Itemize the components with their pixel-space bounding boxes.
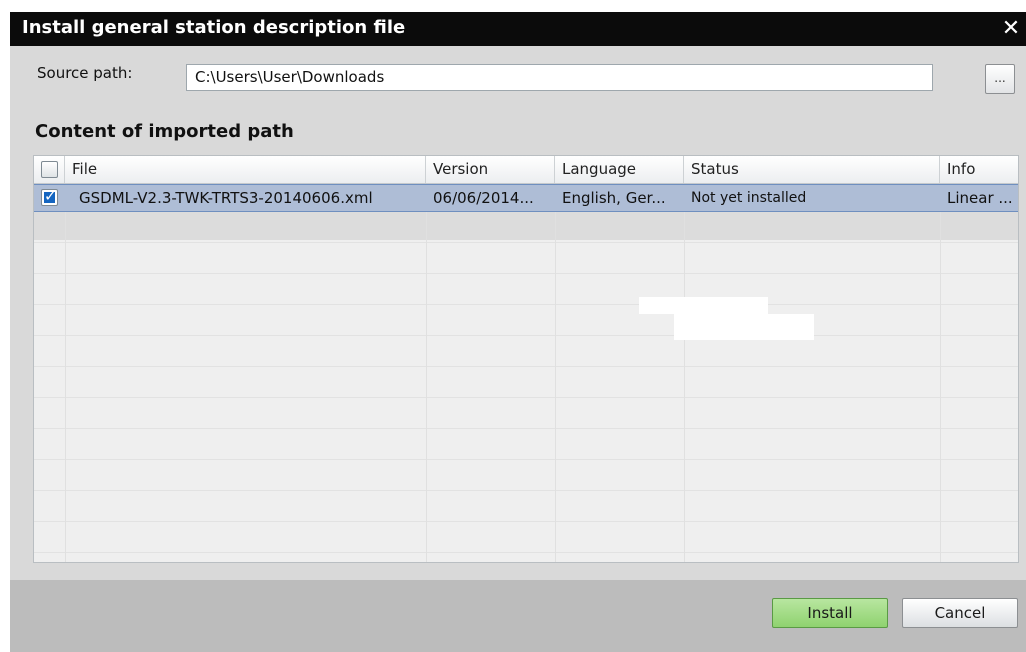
column-header-info[interactable]: Info (940, 156, 1018, 183)
button-bar: Install Cancel (10, 580, 1026, 652)
content-panel: Content of imported path File Version La… (10, 110, 1026, 580)
browse-button[interactable]: ... (985, 64, 1015, 94)
source-path-input[interactable]: C:\Users\User\Downloads (186, 64, 933, 91)
install-button[interactable]: Install (772, 598, 888, 628)
column-header-status[interactable]: Status (684, 156, 940, 183)
empty-rows-area (34, 212, 1018, 562)
source-path-label: Source path: (37, 64, 133, 82)
column-header-file[interactable]: File (65, 156, 426, 183)
grid-line (555, 184, 556, 562)
column-header-version[interactable]: Version (426, 156, 555, 183)
grid-header: File Version Language Status Info (34, 156, 1018, 184)
source-path-panel: Source path: C:\Users\User\Downloads ... (10, 46, 1026, 110)
header-select-all-cell (34, 156, 65, 183)
redaction-block (639, 297, 768, 314)
install-gsd-dialog: Install general station description file… (0, 0, 1026, 652)
grid-line (426, 184, 427, 562)
row-checkbox[interactable]: ✓ (41, 187, 58, 206)
version-cell: 06/06/2014... (433, 189, 534, 207)
table-row[interactable]: ✓ GSDML-V2.3-TWK-TRTS3-20140606.xml 06/0… (34, 184, 1018, 212)
title-bar: Install general station description file… (10, 12, 1026, 46)
grid-line (65, 184, 66, 562)
info-cell: Linear ... (947, 189, 1013, 207)
section-title: Content of imported path (35, 121, 294, 142)
close-icon[interactable]: ✕ (998, 14, 1024, 44)
dialog-title: Install general station description file (22, 17, 406, 38)
grid-line (940, 184, 941, 562)
column-header-language[interactable]: Language (555, 156, 684, 183)
cancel-button[interactable]: Cancel (902, 598, 1018, 628)
status-cell: Not yet installed (691, 190, 807, 206)
file-cell: GSDML-V2.3-TWK-TRTS3-20140606.xml (79, 189, 373, 207)
select-all-checkbox[interactable] (41, 161, 58, 178)
redaction-block (674, 314, 814, 340)
language-cell: English, Ger... (562, 189, 666, 207)
file-grid: File Version Language Status Info ✓ GSDM… (33, 155, 1019, 563)
grid-line (684, 184, 685, 562)
empty-row (34, 212, 1018, 240)
